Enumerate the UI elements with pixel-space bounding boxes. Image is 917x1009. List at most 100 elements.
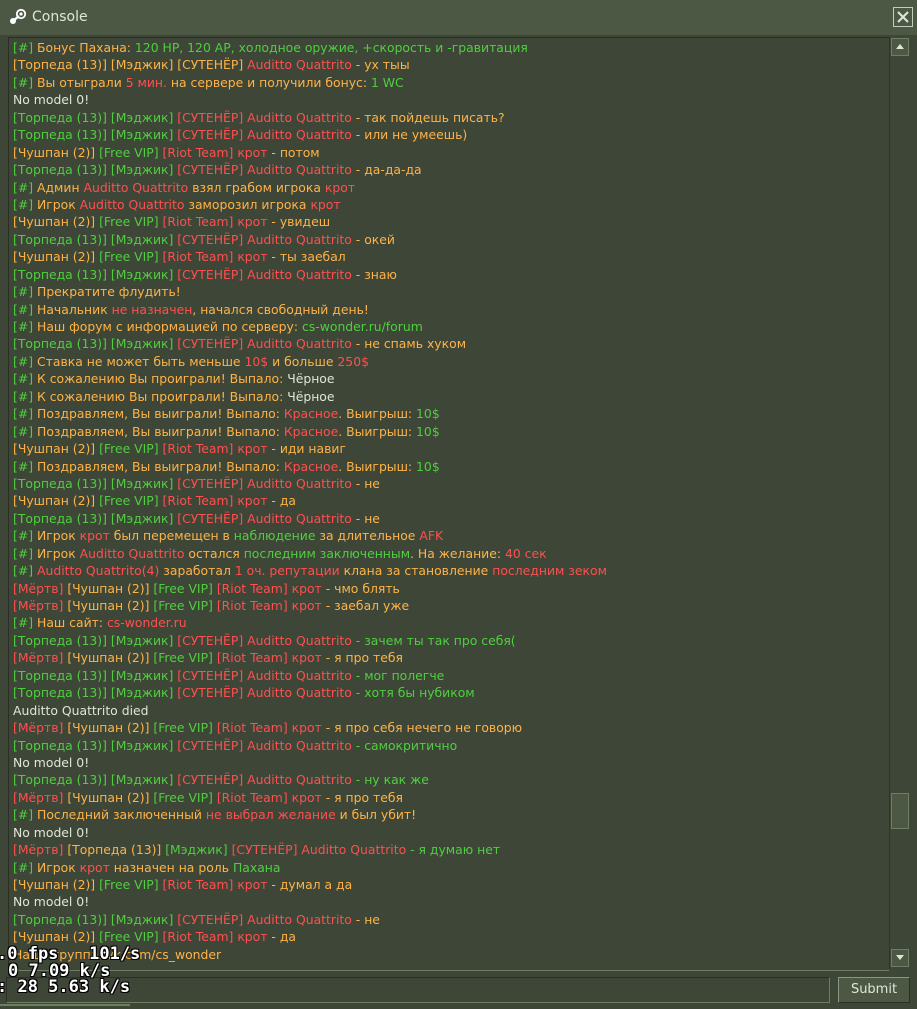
- log-segment: 5 мин.: [125, 74, 167, 90]
- arrow-down-icon: [896, 955, 904, 960]
- log-segment: [Мэджик]: [110, 127, 178, 143]
- log-segment: [Чушпан (2)]: [67, 580, 154, 596]
- log-segment: [Riot Team]: [216, 598, 292, 613]
- log-segment: [СУТЕНЁР]: [177, 336, 248, 352]
- log-line: [Торпеда (13)] [Мэджик] [СУТЕНЁР] Auditt…: [13, 56, 889, 73]
- log-segment: крот: [310, 196, 341, 212]
- log-segment: Чёрное: [287, 388, 335, 404]
- log-segment: [Riot Team]: [162, 929, 238, 945]
- log-segment: [Чушпан (2)]: [13, 144, 100, 160]
- log-segment: [#]: [13, 528, 37, 544]
- log-line: [#] Последний заключенный не выбрал жела…: [13, 806, 889, 823]
- log-segment: крот: [291, 720, 322, 736]
- log-segment: Auditto Quattrito: [247, 772, 352, 788]
- log-segment: [Free VIP]: [153, 650, 217, 666]
- log-segment: . Выигрыш:: [338, 423, 417, 439]
- log-segment: [СУТЕНЁР]: [177, 667, 248, 683]
- log-segment: [Мэджик]: [110, 685, 178, 701]
- log-segment: [Riot Team]: [216, 789, 292, 805]
- log-segment: крот: [237, 877, 268, 892]
- log-segment: крот: [79, 859, 110, 875]
- console-lines: [#] Бонус Пахана: 120 HP, 120 AP, холодн…: [13, 39, 889, 963]
- log-segment: [Торпеда (13)]: [13, 911, 111, 927]
- log-segment: заработал: [159, 563, 235, 579]
- log-segment: [Free VIP]: [153, 789, 217, 805]
- log-segment: и был убит!: [335, 807, 417, 823]
- log-segment: [#]: [13, 545, 37, 561]
- log-segment: [СУТЕНЁР]: [177, 911, 248, 927]
- log-line: [Торпеда (13)] [Мэджик] [СУТЕНЁР] Auditt…: [13, 737, 889, 754]
- scroll-down-button[interactable]: [891, 949, 909, 967]
- console-log[interactable]: [#] Бонус Пахана: 120 HP, 120 AP, холодн…: [8, 37, 889, 971]
- scroll-thumb[interactable]: [891, 793, 909, 829]
- log-segment: Ставка не может быть меньше: [37, 353, 245, 369]
- log-segment: Auditto Quattrito(4): [37, 563, 160, 579]
- log-segment: Auditto Quattrito: [247, 632, 352, 648]
- log-line: [#] Поздравляем, Вы выиграли! Выпало: Кр…: [13, 458, 889, 475]
- close-button[interactable]: [893, 7, 913, 27]
- log-segment: [СУТЕНЁР]: [177, 266, 248, 282]
- log-segment: [СУТЕНЁР]: [177, 127, 248, 143]
- title-bar[interactable]: Console: [0, 0, 917, 35]
- log-segment: наблюдение: [233, 528, 316, 544]
- log-segment: AFK: [419, 528, 444, 544]
- net-graph-out: : 28 5.63 k/s: [0, 977, 131, 997]
- log-segment: Пахана: [232, 859, 281, 875]
- log-segment: - не: [351, 911, 380, 927]
- log-line: No model 0!: [13, 754, 889, 771]
- log-line: [#] Прекратите флудить!: [13, 283, 889, 300]
- log-segment: крот: [237, 493, 268, 509]
- log-segment: [#]: [13, 319, 37, 334]
- log-segment: [СУТЕНЁР]: [177, 162, 248, 178]
- log-segment: [Мэджик]: [110, 109, 178, 125]
- log-segment: - да: [267, 929, 296, 945]
- log-line: [#] Начальник не назначен, начался свобо…: [13, 301, 889, 318]
- log-segment: крот: [237, 441, 268, 457]
- log-segment: - так пойдешь писать?: [351, 109, 505, 125]
- log-line: [Чушпан (2)] [Free VIP] [Riot Team] крот…: [13, 213, 889, 230]
- log-line: [Торпеда (13)] [Мэджик] [СУТЕНЁР] Auditt…: [13, 231, 889, 248]
- log-segment: - иди навиг: [267, 441, 346, 457]
- log-line: [Торпеда (13)] [Мэджик] [СУТЕНЁР] Auditt…: [13, 684, 889, 701]
- log-segment: [Торпеда (13)]: [13, 336, 111, 352]
- log-segment: Auditto Quattrito: [247, 266, 352, 282]
- log-segment: [Торпеда (13)]: [13, 127, 111, 143]
- log-segment: [#]: [13, 74, 37, 90]
- log-segment: [Чушпан (2)]: [13, 929, 100, 945]
- log-segment: Поздравляем, Вы выиграли! Выпало:: [37, 423, 284, 439]
- log-segment: - ух тыы: [351, 57, 410, 73]
- log-segment: - или не умеешь): [351, 127, 468, 143]
- log-segment: заморозил игрока: [184, 196, 311, 212]
- log-segment: [Riot Team]: [216, 720, 292, 736]
- log-scrollbar[interactable]: [889, 37, 910, 969]
- log-segment: Игрок: [37, 528, 80, 544]
- log-line: [#] Игрок Auditto Quattrito заморозил иг…: [13, 196, 889, 213]
- log-segment: - не: [351, 475, 380, 491]
- log-segment: Чёрное: [287, 371, 335, 387]
- log-segment: No model 0!: [13, 824, 90, 840]
- log-line: [Торпеда (13)] [Мэджик] [СУТЕНЁР] Auditt…: [13, 126, 889, 143]
- log-segment: [Мэджик]: [110, 911, 178, 927]
- log-segment: Auditto Quattrito: [247, 336, 352, 352]
- log-segment: [Riot Team]: [162, 249, 238, 265]
- log-segment: [#]: [13, 807, 37, 823]
- log-segment: Красное: [283, 423, 339, 439]
- log-line: [#] Наш сайт: cs-wonder.ru: [13, 614, 889, 631]
- log-segment: [Мэджик]: [110, 266, 178, 282]
- log-segment: [Мэджик]: [110, 667, 178, 683]
- log-segment: Auditto Quattrito: [247, 57, 352, 73]
- log-segment: [Мэджик]: [110, 475, 178, 491]
- log-segment: Auditto Quattrito: [247, 475, 352, 491]
- log-segment: Auditto Quattrito: [301, 842, 407, 858]
- log-segment: [#]: [13, 179, 37, 195]
- scroll-up-button[interactable]: [891, 38, 909, 56]
- log-segment: Поздравляем, Вы выиграли! Выпало:: [37, 458, 284, 474]
- log-segment: [Чушпан (2)]: [67, 789, 154, 805]
- log-segment: Начальник: [37, 301, 112, 317]
- log-segment: Auditto Quattrito: [247, 911, 352, 927]
- log-line: [Торпеда (13)] [Мэджик] [СУТЕНЁР] Auditt…: [13, 266, 889, 283]
- log-segment: [Free VIP]: [99, 441, 163, 457]
- submit-button[interactable]: Submit: [838, 977, 910, 1003]
- log-segment: - я думаю нет: [406, 842, 501, 858]
- log-segment: Auditto Quattrito: [247, 685, 352, 701]
